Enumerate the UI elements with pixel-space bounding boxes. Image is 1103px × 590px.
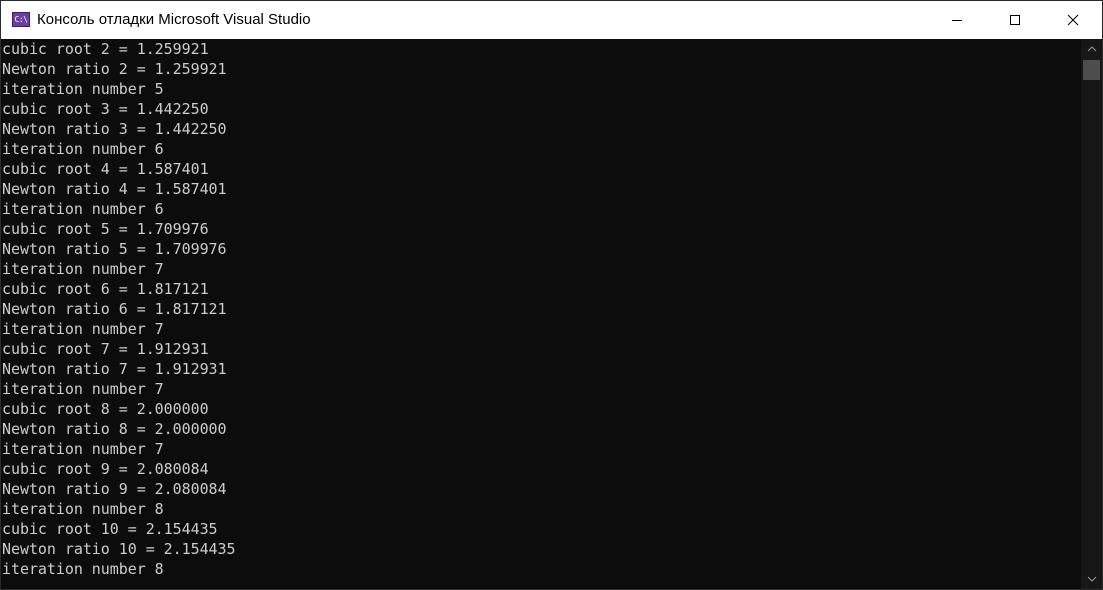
maximize-button[interactable] [986, 1, 1044, 39]
console-app-icon[interactable]: C:\ [12, 12, 30, 27]
maximize-icon [1010, 15, 1020, 25]
console-line: Newton ratio 4 = 1.587401 [2, 180, 227, 198]
console-line: iteration number 7 [2, 320, 164, 338]
console-line: Newton ratio 8 = 2.000000 [2, 420, 227, 438]
scroll-down-button[interactable] [1081, 569, 1102, 589]
console-line: Newton ratio 2 = 1.259921 [2, 60, 227, 78]
console-line: iteration number 5 [2, 80, 164, 98]
console-line: cubic root 6 = 1.817121 [2, 280, 209, 298]
close-icon [1067, 14, 1079, 26]
app-icon-glyph: C:\ [14, 14, 28, 24]
scroll-up-button[interactable] [1081, 39, 1102, 59]
console-line: Newton ratio 3 = 1.442250 [2, 120, 227, 138]
console-line: iteration number 6 [2, 140, 164, 158]
window-title: Консоль отладки Microsoft Visual Studio [37, 11, 311, 28]
chevron-down-icon [1087, 576, 1096, 582]
console-line: cubic root 8 = 2.000000 [2, 400, 209, 418]
window-controls [928, 1, 1102, 39]
console-line: cubic root 4 = 1.587401 [2, 160, 209, 178]
minimize-button[interactable] [928, 1, 986, 39]
console-line: Newton ratio 10 = 2.154435 [2, 540, 236, 558]
chevron-up-icon [1087, 46, 1096, 52]
minimize-icon [952, 20, 962, 21]
console-line: cubic root 5 = 1.709976 [2, 220, 209, 238]
console-line: cubic root 7 = 1.912931 [2, 340, 209, 358]
console-line: cubic root 9 = 2.080084 [2, 460, 209, 478]
scroll-thumb[interactable] [1083, 60, 1100, 80]
console-output[interactable]: cubic root 2 = 1.259921 Newton ratio 2 = … [1, 39, 1081, 589]
console-line: Newton ratio 6 = 1.817121 [2, 300, 227, 318]
console-line: cubic root 10 = 2.154435 [2, 520, 218, 538]
console-line: cubic root 2 = 1.259921 [2, 40, 209, 58]
console-line: iteration number 7 [2, 260, 164, 278]
title-bar[interactable]: C:\ Консоль отладки Microsoft Visual Stu… [1, 1, 1102, 39]
close-button[interactable] [1044, 1, 1102, 39]
console-line: iteration number 7 [2, 380, 164, 398]
vertical-scrollbar[interactable] [1081, 39, 1102, 589]
console-line: Newton ratio 7 = 1.912931 [2, 360, 227, 378]
console-line: iteration number 7 [2, 440, 164, 458]
console-line: cubic root 3 = 1.442250 [2, 100, 209, 118]
console-line: iteration number 8 [2, 500, 164, 518]
console-line: iteration number 6 [2, 200, 164, 218]
console-line: Newton ratio 9 = 2.080084 [2, 480, 227, 498]
console-window: C:\ Консоль отладки Microsoft Visual Stu… [0, 0, 1103, 590]
console-line: iteration number 8 [2, 560, 164, 578]
console-line: Newton ratio 5 = 1.709976 [2, 240, 227, 258]
